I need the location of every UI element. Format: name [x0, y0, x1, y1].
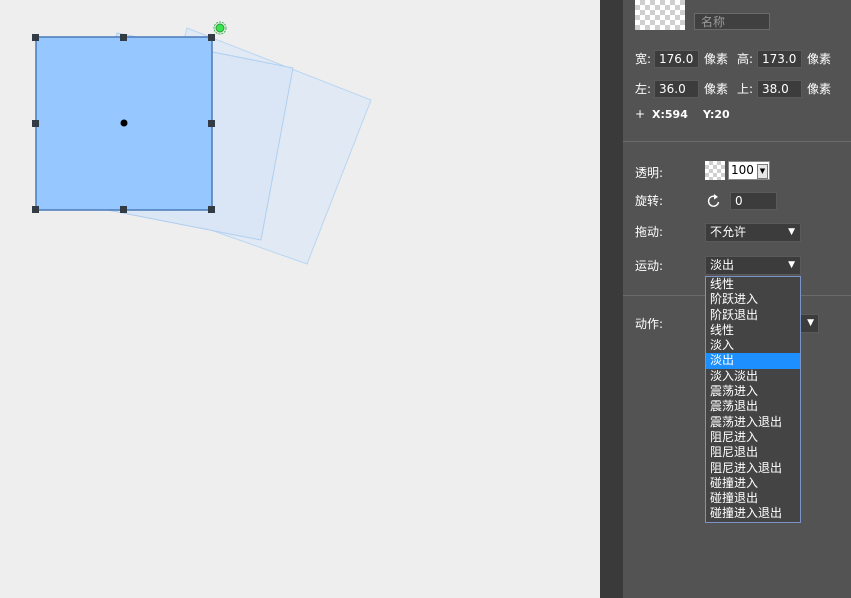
resize-handle-top[interactable] [120, 34, 127, 41]
motion-option[interactable]: 淡入淡出 [706, 369, 800, 384]
motion-option[interactable]: 线性 [706, 277, 800, 292]
resize-handle-bottom-right[interactable] [208, 206, 215, 213]
top-label: 上: [737, 82, 754, 96]
motion-select[interactable]: 淡出 ▼ [705, 256, 801, 275]
rotate-label: 旋转: [635, 194, 664, 208]
opacity-dropdown-arrow-icon[interactable]: ▼ [757, 164, 768, 179]
motion-option[interactable]: 淡入 [706, 338, 800, 353]
resize-handle-top-right[interactable] [208, 34, 215, 41]
left-label: 左: [635, 82, 652, 96]
left-unit: 像素 [704, 82, 729, 96]
drag-select-value: 不允许 [710, 225, 747, 239]
height-label: 高: [737, 52, 754, 66]
opacity-value: 100 [731, 163, 754, 177]
motion-option[interactable]: 碰撞退出 [706, 491, 800, 506]
motion-option[interactable]: 阶跃进入 [706, 292, 800, 307]
chevron-down-icon: ▼ [807, 318, 814, 328]
width-input[interactable]: 176.0 [654, 50, 699, 68]
resize-handle-left[interactable] [32, 120, 39, 127]
name-input[interactable]: 名称 [694, 13, 770, 30]
height-input[interactable]: 173.0 [757, 50, 802, 68]
top-unit: 像素 [807, 82, 832, 96]
rotate-input[interactable]: 0 [730, 192, 777, 210]
drag-label: 拖动: [635, 225, 664, 239]
motion-option[interactable]: 淡出 [706, 353, 800, 369]
motion-option[interactable]: 碰撞进入退出 [706, 506, 800, 521]
resize-handle-bottom[interactable] [120, 206, 127, 213]
motion-option[interactable]: 阻尼退出 [706, 445, 800, 460]
motion-option[interactable]: 阻尼进入退出 [706, 461, 800, 476]
motion-option[interactable]: 震荡进入 [706, 384, 800, 399]
canvas-shapes [35, 21, 372, 265]
opacity-input[interactable]: 100 ▼ [728, 161, 770, 180]
top-input[interactable]: 38.0 [757, 80, 802, 98]
height-unit: 像素 [807, 52, 832, 66]
chevron-down-icon: ▼ [788, 260, 795, 270]
rotate-icon [707, 194, 720, 207]
panel-divider[interactable] [600, 0, 623, 598]
motion-option[interactable]: 震荡退出 [706, 399, 800, 414]
action-label: 动作: [635, 317, 664, 331]
resize-handle-bottom-left[interactable] [32, 206, 39, 213]
motion-option[interactable]: 碰撞进入 [706, 476, 800, 491]
opacity-swatch [705, 161, 725, 180]
width-label: 宽: [635, 52, 652, 66]
width-unit: 像素 [704, 52, 729, 66]
drag-select[interactable]: 不允许 ▼ [705, 223, 801, 242]
left-input[interactable]: 36.0 [654, 80, 699, 98]
opacity-label: 透明: [635, 166, 664, 180]
x-coordinate-readout: X:594 [652, 108, 688, 121]
motion-label: 运动: [635, 259, 664, 273]
motion-option[interactable]: 线性 [706, 323, 800, 338]
motion-option[interactable]: 阻尼进入 [706, 430, 800, 445]
motion-option[interactable]: 震荡进入退出 [706, 415, 800, 430]
resize-handle-right[interactable] [208, 120, 215, 127]
shape-thumbnail [635, 0, 685, 30]
rotate-handle-icon[interactable] [213, 21, 227, 35]
crosshair-icon: + [635, 107, 646, 121]
motion-dropdown-list: 线性 阶跃进入 阶跃退出 线性 淡入 淡出 淡入淡出 震荡进入 震荡退出 震荡进入退出 阻尼进入 阻尼… [705, 276, 801, 523]
motion-select-value: 淡出 [710, 258, 735, 272]
section-separator [623, 141, 851, 142]
chevron-down-icon: ▼ [788, 227, 795, 237]
shape-center-point[interactable] [120, 119, 128, 127]
y-coordinate-readout: Y:20 [703, 108, 730, 121]
motion-option[interactable]: 阶跃退出 [706, 308, 800, 323]
resize-handle-top-left[interactable] [32, 34, 39, 41]
design-canvas[interactable] [0, 0, 600, 598]
